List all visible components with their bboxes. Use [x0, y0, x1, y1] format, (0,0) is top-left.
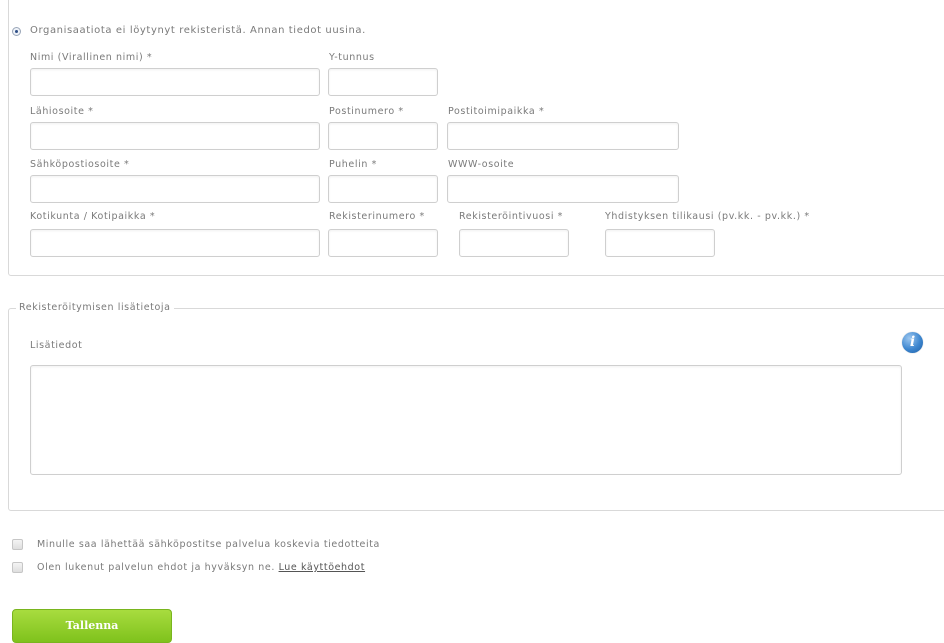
municipality-input[interactable] [30, 229, 320, 257]
fiscal-period-input[interactable] [605, 229, 715, 257]
street-address-label: Lähiosoite * [30, 106, 94, 117]
street-address-input[interactable] [30, 122, 320, 150]
register-number-label: Rekisterinumero * [329, 211, 425, 222]
terms-text: Olen lukenut palvelun ehdot ja hyväksyn … [37, 562, 365, 573]
additional-info-textarea[interactable] [30, 365, 902, 475]
additional-info-legend: Rekisteröitymisen lisätietoja [16, 302, 174, 313]
city-input[interactable] [447, 122, 679, 150]
postal-code-input[interactable] [328, 122, 438, 150]
email-label: Sähköpostiosoite * [30, 159, 130, 170]
name-input[interactable] [30, 68, 320, 96]
newsletter-checkbox[interactable] [12, 539, 23, 550]
email-input[interactable] [30, 175, 320, 203]
register-year-input[interactable] [459, 229, 569, 257]
website-input[interactable] [447, 175, 679, 203]
municipality-label: Kotikunta / Kotipaikka * [30, 211, 156, 222]
newsletter-label: Minulle saa lähettää sähköpostitse palve… [37, 539, 380, 550]
business-id-label: Y-tunnus [329, 52, 375, 63]
terms-label: Olen lukenut palvelun ehdot ja hyväksyn … [37, 562, 275, 573]
phone-label: Puhelin * [329, 159, 377, 170]
additional-info-label: Lisätiedot [30, 340, 83, 351]
terms-link[interactable]: Lue käyttöehdot [279, 562, 365, 573]
postal-code-label: Postinumero * [329, 106, 404, 117]
name-label: Nimi (Virallinen nimi) * [30, 52, 153, 63]
terms-checkbox[interactable] [12, 562, 23, 573]
register-year-label: Rekisteröintivuosi * [459, 211, 564, 222]
info-icon[interactable]: i [902, 332, 923, 353]
city-label: Postitoimipaikka * [448, 106, 545, 117]
website-label: WWW-osoite [448, 159, 515, 170]
phone-input[interactable] [328, 175, 438, 203]
business-id-input[interactable] [328, 68, 438, 96]
fiscal-period-label: Yhdistyksen tilikausi (pv.kk. - pv.kk.) … [605, 211, 810, 222]
new-organization-radio-label: Organisaatiota ei löytynyt rekisteristä.… [30, 25, 366, 36]
new-organization-radio[interactable] [12, 27, 21, 36]
register-number-input[interactable] [328, 229, 438, 257]
